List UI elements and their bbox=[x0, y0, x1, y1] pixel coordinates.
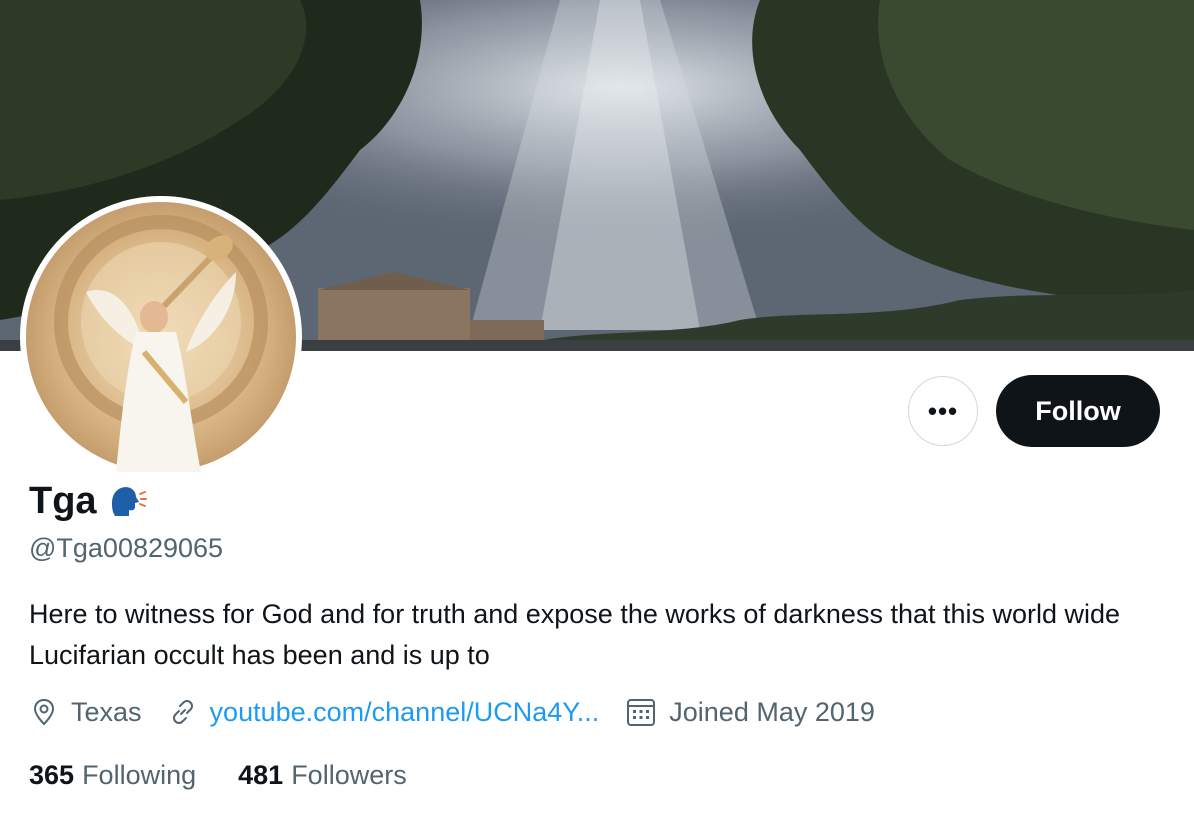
joined-text: Joined May 2019 bbox=[669, 696, 875, 727]
speaking-head-icon bbox=[111, 486, 147, 516]
follow-button[interactable]: Follow bbox=[996, 375, 1160, 447]
calendar-icon bbox=[627, 699, 656, 726]
followers-stat[interactable]: 481 Followers bbox=[238, 760, 407, 791]
profile-location: Texas bbox=[29, 697, 142, 728]
website-link[interactable]: youtube.com/channel/UCNa4Y... bbox=[210, 697, 600, 728]
following-stat[interactable]: 365 Following bbox=[29, 760, 196, 791]
location-text: Texas bbox=[71, 696, 142, 727]
following-count: 365 bbox=[29, 760, 75, 790]
avatar-image bbox=[26, 202, 296, 472]
followers-count: 481 bbox=[238, 760, 284, 790]
following-label: Following bbox=[82, 760, 197, 790]
location-pin-icon bbox=[33, 698, 55, 726]
profile-website[interactable]: youtube.com/channel/UCNa4Y... bbox=[168, 697, 600, 728]
profile-handle: @Tga00829065 bbox=[29, 533, 224, 563]
more-options-button[interactable]: ••• bbox=[908, 376, 978, 446]
link-icon bbox=[172, 700, 193, 724]
profile-joined: Joined May 2019 bbox=[625, 696, 875, 728]
profile-name-row: Tga bbox=[29, 480, 147, 523]
profile-actions: ••• Follow bbox=[908, 375, 1160, 447]
profile-meta: Texas youtube.com/channel/UCNa4Y... Join… bbox=[29, 696, 901, 728]
profile-stats: 365 Following 481 Followers bbox=[29, 760, 449, 791]
profile-bio: Here to witness for God and for truth an… bbox=[29, 599, 1121, 670]
followers-label: Followers bbox=[291, 760, 407, 790]
more-options-icon: ••• bbox=[927, 396, 959, 426]
display-name: Tga bbox=[29, 480, 97, 522]
profile-avatar[interactable] bbox=[20, 196, 302, 478]
